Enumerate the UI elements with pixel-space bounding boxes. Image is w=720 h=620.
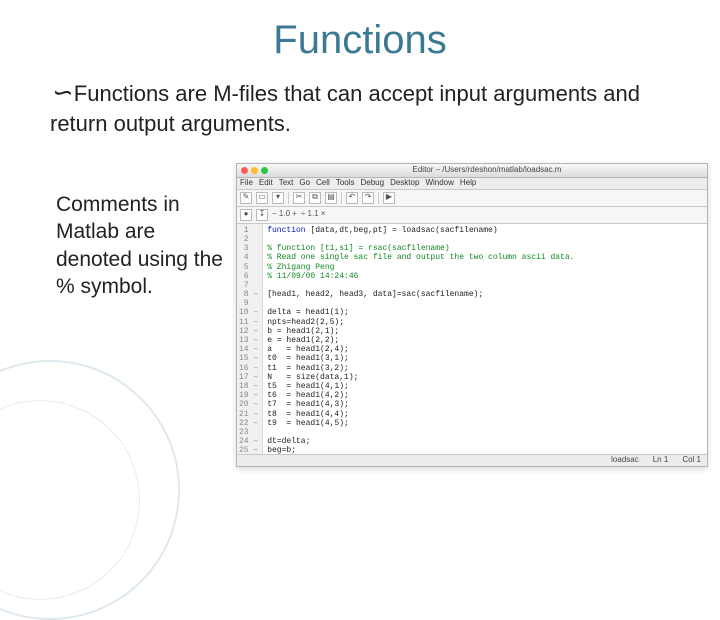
menu-tools[interactable]: Tools	[336, 179, 355, 188]
bullet-text: ∽Functions are M-files that can accept i…	[0, 77, 720, 137]
close-icon[interactable]	[241, 167, 248, 174]
bullet-content: Functions are M-files that can accept in…	[50, 81, 640, 136]
toolbar: ✎ ▭ ▾ ✂ ⧉ ▤ ↶ ↷ ▶	[237, 190, 707, 207]
undo-icon[interactable]: ↶	[346, 192, 358, 204]
minimize-icon[interactable]	[251, 167, 258, 174]
toolbar-secondary: ● ↧ − 1.0 + ÷ 1.1 ×	[237, 207, 707, 224]
breakpoint-icon[interactable]: ●	[240, 209, 252, 221]
status-col: Col 1	[682, 456, 701, 465]
menu-file[interactable]: File	[240, 179, 253, 188]
new-file-icon[interactable]: ✎	[240, 192, 252, 204]
save-icon[interactable]: ▾	[272, 192, 284, 204]
bullet-glyph: ∽	[50, 78, 72, 107]
menu-text[interactable]: Text	[279, 179, 294, 188]
slide-title: Functions	[0, 0, 720, 77]
copy-icon[interactable]: ⧉	[309, 192, 321, 204]
redo-icon[interactable]: ↷	[362, 192, 374, 204]
menu-help[interactable]: Help	[460, 179, 476, 188]
mac-titlebar: Editor – /Users/rdeshon/matlab/loadsac.m	[237, 164, 707, 178]
menu-desktop[interactable]: Desktop	[390, 179, 419, 188]
status-tab: loadsac	[611, 456, 639, 465]
code-editor[interactable]: 1 2 3 4 5 6 7 8 – 9 10 – 11 – 12 – 13 – …	[237, 224, 707, 454]
cut-icon[interactable]: ✂	[293, 192, 305, 204]
menu-debug[interactable]: Debug	[361, 179, 385, 188]
menu-edit[interactable]: Edit	[259, 179, 273, 188]
step-icon[interactable]: ↧	[256, 209, 268, 221]
window-title: Editor – /Users/rdeshon/matlab/loadsac.m	[271, 166, 703, 175]
menu-window[interactable]: Window	[425, 179, 453, 188]
paste-icon[interactable]: ▤	[325, 192, 337, 204]
menu-go[interactable]: Go	[299, 179, 310, 188]
status-bar: loadsac Ln 1 Col 1	[237, 454, 707, 466]
line-number-gutter: 1 2 3 4 5 6 7 8 – 9 10 – 11 – 12 – 13 – …	[237, 224, 263, 454]
status-line: Ln 1	[653, 456, 669, 465]
menu-cell[interactable]: Cell	[316, 179, 330, 188]
menu-bar: File Edit Text Go Cell Tools Debug Desktop Windo…	[237, 178, 707, 190]
run-icon[interactable]: ▶	[383, 192, 395, 204]
open-file-icon[interactable]: ▭	[256, 192, 268, 204]
zoom-icon[interactable]	[261, 167, 268, 174]
code-content[interactable]: function [data,dt,beg,pt] = loadsac(sacf…	[263, 224, 578, 454]
matlab-editor-window: Editor – /Users/rdeshon/matlab/loadsac.m…	[236, 163, 708, 467]
